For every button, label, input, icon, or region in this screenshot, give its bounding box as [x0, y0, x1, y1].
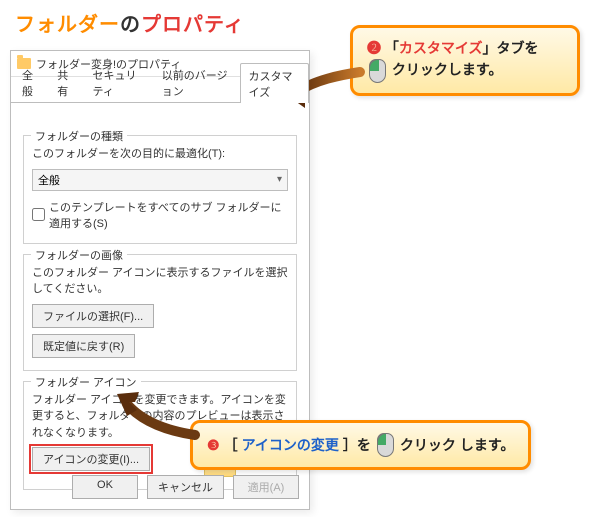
- optimize-select-value: 全般: [38, 172, 60, 188]
- callout-step-2: ❷ 「カスタマイズ」タブを クリックします。: [350, 25, 580, 96]
- callout-step-2-tail: します。: [448, 62, 503, 78]
- apply-subfolders-label: このテンプレートをすべてのサブ フォルダーに適用する(S): [49, 199, 288, 231]
- customize-tab-highlight: [11, 103, 73, 125]
- mouse-icon: [369, 59, 386, 83]
- dialog-button-row: OK キャンセル 適用(A): [72, 475, 299, 499]
- group-folder-type: フォルダーの種類 このフォルダーを次の目的に最適化(T): 全般 ▾ このテンプ…: [23, 135, 297, 244]
- tab-sharing[interactable]: 共有: [48, 62, 83, 102]
- folder-image-desc: このフォルダー アイコンに表示するファイルを選択してください。: [32, 265, 288, 298]
- group-folder-image: フォルダーの画像 このフォルダー アイコンに表示するファイルを選択してください。…: [23, 254, 297, 371]
- heading-part3: プロパティ: [141, 14, 245, 36]
- mouse-icon: [377, 433, 394, 457]
- apply-button[interactable]: 適用(A): [233, 475, 299, 499]
- tab-general[interactable]: 全般: [13, 62, 48, 102]
- heading-part1: フォルダー: [15, 14, 120, 36]
- tab-previous-versions[interactable]: 以前のバージョン: [153, 62, 240, 102]
- tab-customize[interactable]: カスタマイズ: [240, 63, 309, 103]
- choose-file-button[interactable]: ファイルの選択(F)...: [32, 304, 154, 328]
- tab-strip: 全般 共有 セキュリティ 以前のバージョン カスタマイズ: [11, 77, 309, 103]
- change-icon-button[interactable]: アイコンの変更(I)...: [32, 447, 150, 471]
- callout-step-2-post: 」タブを: [482, 40, 538, 56]
- cancel-button[interactable]: キャンセル: [147, 475, 224, 499]
- callout-step-2-number: ❷: [367, 40, 381, 56]
- chevron-down-icon: ▾: [277, 174, 282, 185]
- callout-step-3-click: クリック: [400, 435, 456, 456]
- apply-subfolders-row[interactable]: このテンプレートをすべてのサブ フォルダーに適用する(S): [32, 199, 288, 231]
- group-folder-image-title: フォルダーの画像: [31, 247, 127, 263]
- callout-step-2-pre: 「: [385, 40, 399, 56]
- heading-part2: の: [120, 14, 141, 36]
- ok-button[interactable]: OK: [72, 475, 138, 499]
- callout-step-2-click: クリック: [392, 62, 448, 78]
- tab-security[interactable]: セキュリティ: [84, 62, 153, 102]
- callout-step-3-tail: します。: [460, 435, 515, 456]
- callout-step-3-number: ❸: [207, 435, 220, 456]
- apply-subfolders-checkbox[interactable]: [32, 208, 45, 221]
- page-heading: フォルダーのプロパティ: [15, 8, 245, 37]
- group-folder-icon-title: フォルダー アイコン: [31, 374, 141, 390]
- callout-step-3-keyword: アイコンの変更: [242, 435, 339, 456]
- callout-step-3: ❸ ［アイコンの変更］を クリックします。: [190, 420, 531, 470]
- group-folder-type-title: フォルダーの種類: [31, 128, 127, 144]
- callout-step-2-keyword: カスタマイズ: [399, 40, 483, 56]
- callout-step-3-post: ］を: [343, 435, 371, 456]
- optimize-select[interactable]: 全般 ▾: [32, 169, 288, 191]
- optimize-label: このフォルダーを次の目的に最適化(T):: [32, 146, 288, 163]
- restore-default-button[interactable]: 既定値に戻す(R): [32, 334, 135, 358]
- callout-step-3-pre: ［: [224, 435, 238, 456]
